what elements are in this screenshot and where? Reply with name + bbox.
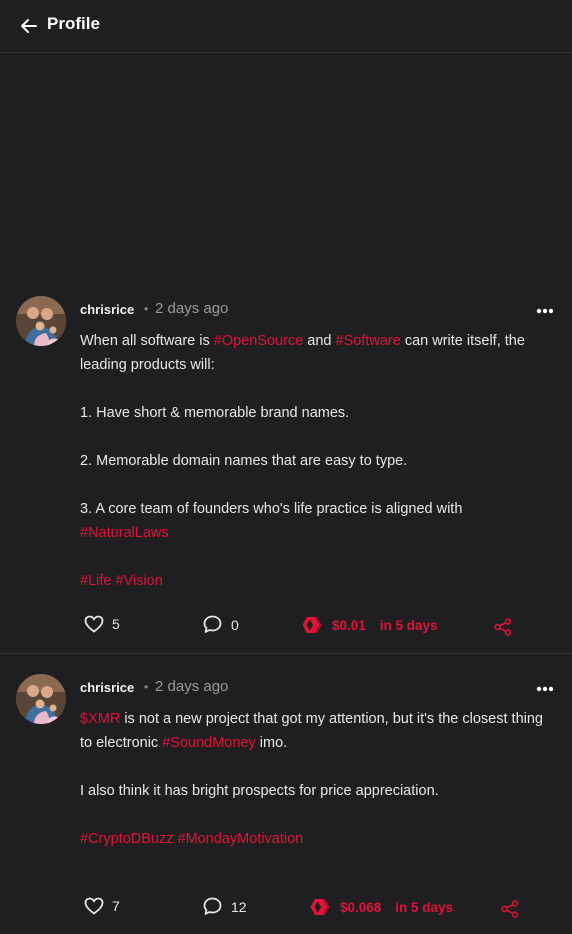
avatar[interactable] bbox=[16, 674, 66, 724]
text-segment: imo. bbox=[255, 735, 288, 751]
post-body: When all software is #OpenSource and #So… bbox=[80, 329, 550, 593]
comment-button[interactable]: 0 bbox=[203, 615, 239, 634]
list-item: 1. Have short & memorable brand names. bbox=[80, 405, 350, 421]
post-time: 2 days ago bbox=[155, 300, 229, 317]
like-count: 5 bbox=[112, 616, 120, 632]
comment-icon bbox=[203, 615, 222, 633]
share-button[interactable] bbox=[501, 900, 519, 918]
separator-dot: • bbox=[144, 302, 149, 316]
avatar[interactable] bbox=[16, 296, 66, 346]
hashtag-link[interactable]: #MondayMotivation bbox=[178, 831, 304, 847]
post-time: 2 days ago bbox=[155, 678, 229, 695]
author-name[interactable]: chrisrice bbox=[80, 680, 134, 695]
payout-time: in 5 days bbox=[379, 617, 438, 633]
like-button[interactable]: 5 bbox=[84, 615, 120, 633]
comment-count: 12 bbox=[231, 898, 247, 915]
page-title: Profile bbox=[47, 14, 100, 33]
hashtag-link[interactable]: #Life bbox=[80, 573, 111, 589]
payout-info[interactable]: $0.01 in 5 days bbox=[302, 615, 438, 635]
hashtag-link[interactable]: #CryptoDBuzz bbox=[80, 831, 173, 847]
family-photo-icon bbox=[16, 296, 66, 346]
more-options-icon[interactable] bbox=[536, 308, 554, 314]
post-body: $XMR is not a new project that got my at… bbox=[80, 707, 550, 851]
hive-icon bbox=[310, 899, 330, 915]
hashtag-link[interactable]: #Software bbox=[336, 333, 401, 349]
like-count: 7 bbox=[112, 898, 120, 914]
text-segment: When all software is bbox=[80, 333, 214, 349]
comment-button[interactable]: 12 bbox=[203, 897, 247, 916]
arrow-left-icon[interactable] bbox=[20, 17, 38, 35]
payout-amount: $0.068 bbox=[340, 899, 382, 915]
payout-time: in 5 days bbox=[395, 899, 454, 915]
list-item: 2. Memorable domain names that are easy … bbox=[80, 453, 408, 469]
share-icon bbox=[501, 900, 519, 918]
heart-icon bbox=[84, 615, 104, 633]
like-button[interactable]: 7 bbox=[84, 897, 120, 915]
author-name[interactable]: chrisrice bbox=[80, 302, 134, 317]
comment-count: 0 bbox=[231, 616, 239, 633]
text-segment: and bbox=[303, 333, 336, 349]
post-actions: 5 0 $0.01 in 5 days bbox=[0, 611, 572, 641]
share-icon bbox=[494, 618, 512, 636]
separator-dot: • bbox=[144, 680, 149, 694]
list-item: 3. A core team of founders who's life pr… bbox=[80, 501, 463, 517]
payout-info[interactable]: $0.068 in 5 days bbox=[310, 897, 453, 917]
ticker-link[interactable]: $XMR bbox=[80, 711, 120, 727]
text-segment: is not a new project that got my attenti… bbox=[80, 711, 543, 751]
hashtag-link[interactable]: #Vision bbox=[115, 573, 162, 589]
family-photo-icon bbox=[16, 674, 66, 724]
hive-icon bbox=[302, 617, 322, 633]
post-divider bbox=[0, 653, 572, 654]
comment-icon bbox=[203, 897, 222, 915]
hashtag-link[interactable]: #OpenSource bbox=[214, 333, 303, 349]
share-button[interactable] bbox=[494, 618, 512, 636]
hashtag-link[interactable]: #NaturalLaws bbox=[80, 525, 169, 541]
top-bar: Profile bbox=[0, 0, 572, 53]
heart-icon bbox=[84, 897, 104, 915]
hashtag-link[interactable]: #SoundMoney bbox=[162, 735, 256, 751]
post-actions: 7 12 $0.068 in 5 days bbox=[0, 893, 572, 923]
payout-amount: $0.01 bbox=[332, 617, 366, 633]
more-options-icon[interactable] bbox=[536, 686, 554, 692]
text-segment: I also think it has bright prospects for… bbox=[80, 783, 439, 799]
